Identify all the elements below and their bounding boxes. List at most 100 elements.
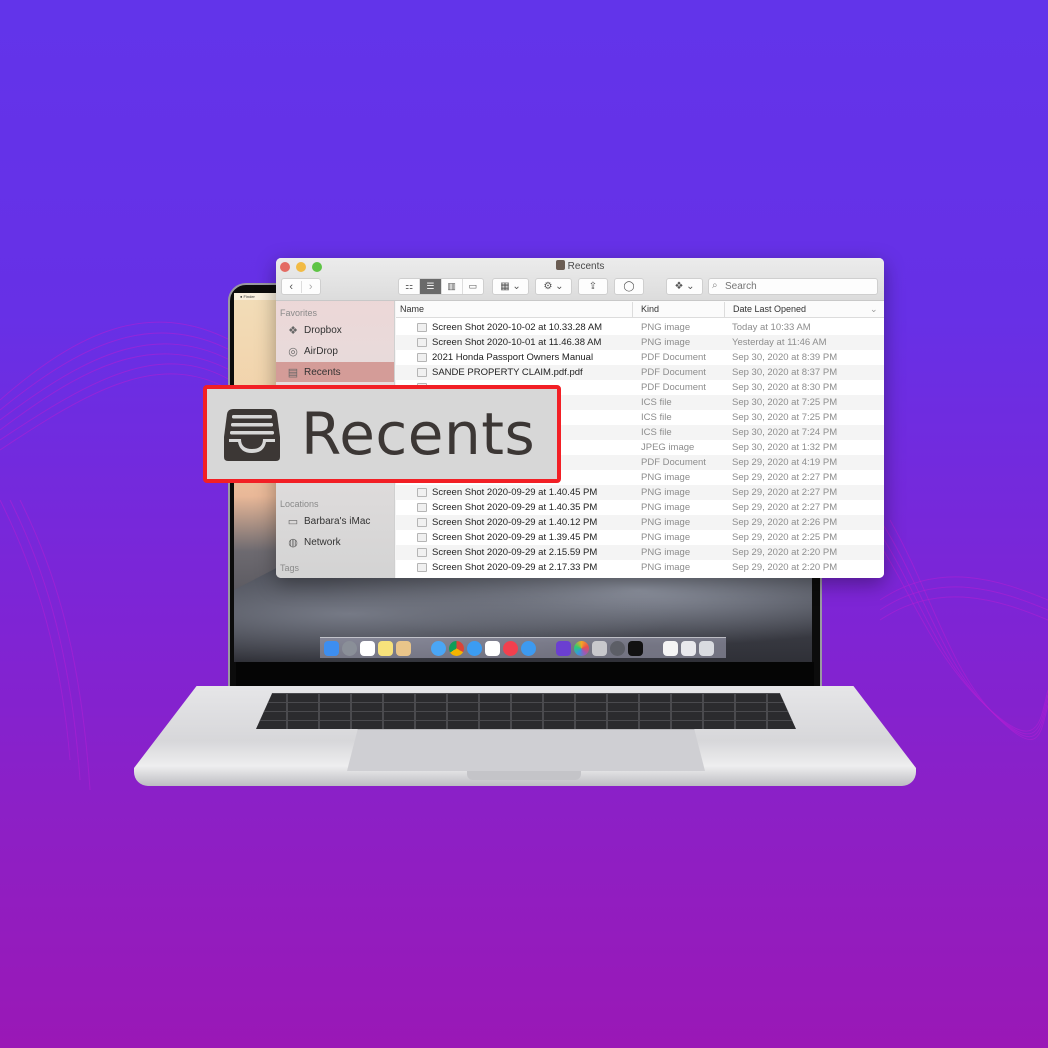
- trash-dock-icon[interactable]: [699, 640, 714, 656]
- sidebar-item-label: Barbara's iMac: [304, 515, 371, 527]
- network-icon: ◍: [288, 536, 298, 549]
- file-date: Sep 29, 2020 at 2:27 PM: [732, 487, 838, 498]
- messages-dock-icon[interactable]: [431, 640, 446, 656]
- sidebar-item-network[interactable]: ◍ Network: [276, 532, 394, 552]
- icon-view-button[interactable]: ⚏: [399, 279, 419, 294]
- file-kind: PNG image: [641, 487, 691, 498]
- file-date: Sep 30, 2020 at 8:39 PM: [732, 352, 838, 363]
- photos-dock-icon[interactable]: [574, 640, 589, 656]
- locations-heading: Locations: [280, 499, 319, 509]
- file-name: 2021 Honda Passport Owners Manual: [432, 352, 594, 363]
- app-store-dock-icon[interactable]: [521, 640, 536, 656]
- action-button[interactable]: ⚙ ⌄: [535, 278, 572, 295]
- table-row[interactable]: SANDE PROPERTY CLAIM.pdf.pdf PDF Document…: [396, 365, 884, 380]
- chrome-dock-icon[interactable]: [449, 640, 464, 656]
- recents-title-icon: [555, 260, 565, 270]
- file-date: Sep 30, 2020 at 1:32 PM: [732, 442, 838, 453]
- file-name: SANDE PROPERTY CLAIM.pdf.pdf: [432, 367, 583, 378]
- safari-dock-icon[interactable]: [467, 640, 482, 656]
- laptop-lid-notch: [467, 771, 581, 780]
- list-header: Name Kind Date Last Opened ⌄: [396, 301, 884, 318]
- dropbox-button[interactable]: ❖ ⌄: [666, 278, 703, 295]
- sidebar-item-recents[interactable]: ▤ Recents: [276, 362, 394, 382]
- recents-tray-icon: [224, 409, 280, 461]
- tags-heading: Tags: [280, 563, 300, 573]
- file-kind: PNG image: [641, 502, 691, 513]
- sidebar-item-airdrop[interactable]: ◎ AirDrop: [276, 341, 394, 361]
- imovie-dock-icon[interactable]: [556, 640, 571, 656]
- table-row[interactable]: Screen Shot 2020-09-29 at 1.40.45 PM PNG …: [396, 485, 884, 500]
- sidebar-item-dropbox[interactable]: ❖ Dropbox: [276, 320, 394, 340]
- finder-toolbar: Recents ‹ › ⚏ ☰ ▥ ▭ ▦ ⌄ ⚙ ⌄ ⇪ ◯ ❖ ⌄ ⌕: [276, 258, 884, 301]
- gallery-view-button[interactable]: ▭: [461, 279, 483, 294]
- column-header-date[interactable]: Date Last Opened: [733, 304, 806, 314]
- preview-doc-dock-icon[interactable]: [681, 640, 696, 656]
- tags-button[interactable]: ◯: [614, 278, 644, 295]
- file-kind: PDF Document: [641, 382, 706, 393]
- file-name: Screen Shot 2020-10-01 at 11.46.38 AM: [432, 337, 602, 348]
- file-kind: PDF Document: [641, 367, 706, 378]
- forward-button[interactable]: ›: [300, 280, 321, 293]
- search-input[interactable]: [708, 278, 878, 295]
- preview-dock-icon[interactable]: [396, 640, 411, 656]
- table-row[interactable]: Screen Shot 2020-09-29 at 2.15.59 PM PNG …: [396, 545, 884, 560]
- column-header-name[interactable]: Name: [400, 304, 424, 314]
- table-row[interactable]: Screen Shot 2020-09-29 at 2.17.33 PM PNG …: [396, 560, 884, 575]
- file-kind: ICS file: [641, 397, 672, 408]
- file-kind: JPEG image: [641, 442, 695, 453]
- table-row[interactable]: 2021 Honda Passport Owners Manual PDF Doc…: [396, 350, 884, 365]
- calendar-dock-icon[interactable]: [360, 640, 375, 656]
- window-title-text: Recents: [567, 261, 605, 272]
- file-name: Screen Shot 2020-09-29 at 1.40.35 PM: [432, 502, 598, 513]
- file-name: Screen Shot 2020-09-29 at 1.40.45 PM: [432, 487, 598, 498]
- document-dock-icon[interactable]: [663, 640, 678, 656]
- file-kind: PNG image: [641, 337, 691, 348]
- file-date: Sep 29, 2020 at 2:20 PM: [732, 562, 838, 573]
- launchpad-dock-icon[interactable]: [342, 640, 357, 656]
- file-name: Screen Shot 2020-09-29 at 1.40.12 PM: [432, 517, 598, 528]
- automator-dock-icon[interactable]: [592, 640, 607, 656]
- itunes-dock-icon[interactable]: [503, 640, 518, 656]
- group-by-button[interactable]: ▦ ⌄: [492, 278, 529, 295]
- sidebar-item-label: Recents: [304, 366, 341, 378]
- apple-menu-icon[interactable]: ●: [240, 294, 242, 299]
- table-row[interactable]: Screen Shot 2020-09-29 at 1.39.45 PM PNG …: [396, 530, 884, 545]
- column-header-kind[interactable]: Kind: [641, 304, 659, 314]
- dock: [320, 637, 726, 658]
- sidebar-item-barbaras-imac[interactable]: ▭ Barbara's iMac: [276, 511, 394, 531]
- table-row[interactable]: Screen Shot 2020-10-01 at 11.46.38 AM PNG…: [396, 335, 884, 350]
- file-date: Sep 30, 2020 at 7:25 PM: [732, 397, 838, 408]
- file-date: Sep 29, 2020 at 2:27 PM: [732, 502, 838, 513]
- file-date: Today at 10:33 AM: [732, 322, 811, 333]
- column-view-button[interactable]: ▥: [440, 279, 462, 294]
- gear-icon: ⚙ ⌄: [543, 281, 564, 292]
- back-button[interactable]: ‹: [282, 281, 301, 293]
- file-date: Sep 29, 2020 at 2:20 PM: [732, 547, 838, 558]
- columns-icon: ▥: [447, 281, 456, 291]
- terminal-dock-icon[interactable]: [628, 640, 643, 656]
- laptop-trackpad: [347, 729, 705, 771]
- photo-booth-dock-icon[interactable]: [485, 640, 500, 656]
- table-row[interactable]: Screen Shot 2020-09-29 at 1.40.12 PM PNG …: [396, 515, 884, 530]
- file-kind: ICS file: [641, 427, 672, 438]
- share-button[interactable]: ⇪: [578, 278, 608, 295]
- file-date: Sep 29, 2020 at 2:26 PM: [732, 517, 838, 528]
- share-icon: ⇪: [588, 281, 598, 292]
- sort-chevron-icon[interactable]: ⌄: [870, 304, 878, 315]
- file-date: Sep 29, 2020 at 4:19 PM: [732, 457, 838, 468]
- callout-label: Recents: [301, 400, 536, 468]
- view-mode-selector: ⚏ ☰ ▥ ▭: [398, 278, 484, 295]
- notes-dock-icon[interactable]: [378, 640, 393, 656]
- finder-dock-icon[interactable]: [324, 640, 339, 656]
- table-row[interactable]: Screen Shot 2020-10-02 at 10.33.28 AM PNG…: [396, 320, 884, 335]
- file-icon: [417, 338, 427, 347]
- file-kind: PNG image: [641, 562, 691, 573]
- table-row[interactable]: Screen Shot 2020-09-29 at 1.40.35 PM PNG …: [396, 500, 884, 515]
- list-view-button[interactable]: ☰: [419, 279, 441, 294]
- group-icon: ▦ ⌄: [500, 281, 521, 292]
- laptop-keyboard: [256, 693, 796, 729]
- system-preferences-dock-icon[interactable]: [610, 640, 625, 656]
- laptop-bezel-bottom: [236, 662, 814, 688]
- menu-app-name[interactable]: Finder: [244, 294, 255, 299]
- file-icon: [417, 323, 427, 332]
